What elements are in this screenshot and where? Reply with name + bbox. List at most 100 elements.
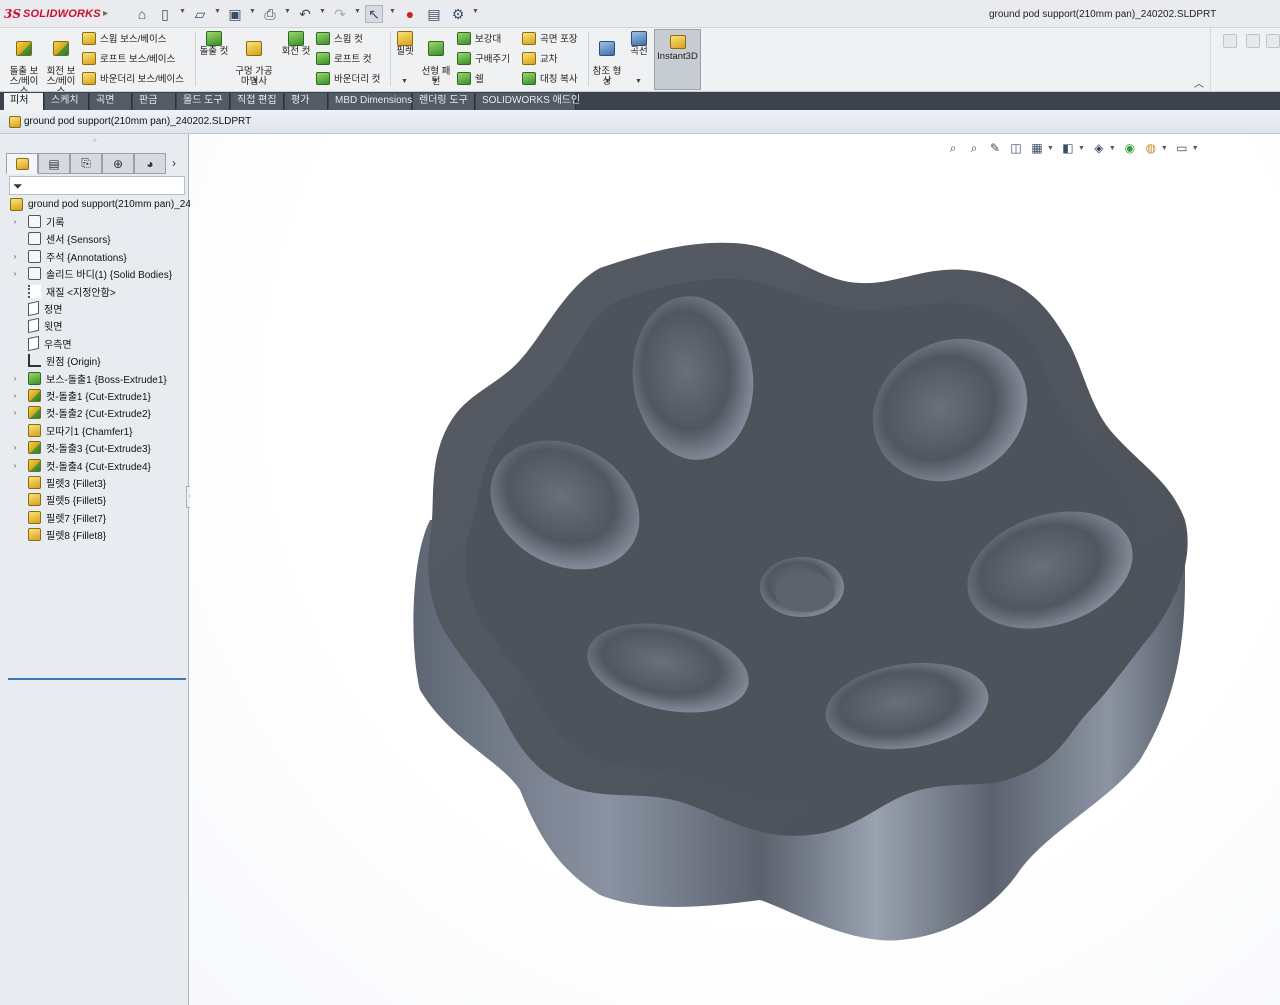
options-dropdown-icon[interactable]: ▼ bbox=[472, 8, 479, 15]
tab-mbd-dimensions[interactable]: MBD Dimensions bbox=[329, 93, 412, 110]
select-arrow-icon[interactable]: ↖ bbox=[365, 5, 383, 23]
boundary-boss-icon bbox=[82, 71, 96, 85]
shell-button[interactable]: 쉘 bbox=[457, 71, 484, 85]
feature-tree-item[interactable]: › 솔리드 바디(1) {Solid Bodies} bbox=[14, 265, 172, 282]
collapse-ribbon-chevron-icon[interactable]: ︿ bbox=[1194, 75, 1204, 90]
undo-dropdown-icon[interactable]: ▼ bbox=[319, 8, 326, 15]
new-dropdown-icon[interactable]: ▼ bbox=[179, 8, 186, 15]
feature-tree-item[interactable]: 필렛5 {Fillet5} bbox=[28, 491, 106, 508]
expand-chevron-icon[interactable]: › bbox=[10, 408, 20, 417]
tab-sheet-metal[interactable]: 판금 bbox=[133, 93, 176, 110]
reference-geometry-dropdown-icon[interactable]: ▼ bbox=[604, 78, 611, 85]
file-properties-icon[interactable]: ▤ bbox=[425, 5, 443, 23]
feature-tree-item[interactable]: › 컷-돌출1 {Cut-Extrude1} bbox=[14, 387, 151, 404]
dimxpert-icon[interactable]: ⊕ bbox=[102, 153, 134, 174]
mirror-button[interactable]: 대칭 복사 bbox=[522, 71, 578, 85]
open-folder-icon[interactable]: ▱ bbox=[191, 5, 209, 23]
feature-tree-item[interactable]: 필렛8 {Fillet8} bbox=[28, 526, 106, 543]
revolve-cut-button[interactable]: 회전 컷 bbox=[279, 31, 313, 57]
extrude-cut-button[interactable]: 돌출 컷 bbox=[198, 31, 230, 57]
sweep-cut-button[interactable]: 스윕 컷 bbox=[316, 31, 363, 45]
expand-chevron-icon[interactable]: › bbox=[10, 443, 20, 452]
curves-dropdown-icon[interactable]: ▼ bbox=[635, 78, 642, 85]
redo-dropdown-icon[interactable]: ▼ bbox=[354, 8, 361, 15]
expand-chevron-icon[interactable]: › bbox=[10, 217, 20, 226]
fillet-button[interactable]: 필렛 bbox=[393, 31, 417, 57]
expand-chevron-icon[interactable]: › bbox=[10, 391, 20, 400]
linear-pattern-dropdown-icon[interactable]: ▼ bbox=[432, 78, 439, 85]
tab-direct-editing[interactable]: 직접 편집 bbox=[231, 93, 284, 110]
feature-tree-item[interactable]: 정면 bbox=[28, 300, 62, 317]
traffic-light-icon[interactable]: ● bbox=[401, 5, 419, 23]
feature-tree-item[interactable]: 우측면 bbox=[28, 335, 72, 352]
revolve-boss-button[interactable]: 회전 보 스/베이 스 bbox=[43, 31, 79, 97]
print-icon[interactable]: ⎙ bbox=[261, 5, 279, 23]
instant3d-button[interactable]: Instant3D bbox=[654, 29, 701, 90]
panel-tabs-more-chevron-icon[interactable]: › bbox=[172, 156, 176, 170]
display-manager-icon[interactable]: ◕ bbox=[134, 153, 166, 174]
expand-chevron-icon[interactable]: › bbox=[10, 374, 20, 383]
feature-tree-item[interactable]: 센서 {Sensors} bbox=[28, 230, 111, 247]
open-dropdown-icon[interactable]: ▼ bbox=[214, 8, 221, 15]
tab-features[interactable]: 피처 bbox=[4, 93, 44, 110]
feature-tree-item[interactable]: › 보스-돌출1 {Boss-Extrude1} bbox=[14, 370, 167, 387]
options-gear-icon[interactable]: ⚙ bbox=[449, 5, 467, 23]
redo-icon[interactable]: ↷ bbox=[331, 5, 349, 23]
ribbon-extra-icon-3[interactable] bbox=[1266, 34, 1280, 48]
feature-tree-item[interactable]: 원점 {Origin} bbox=[28, 352, 101, 369]
expand-chevron-icon[interactable]: › bbox=[10, 461, 20, 470]
feature-tree-item[interactable]: › 주석 {Annotations} bbox=[14, 248, 127, 265]
document-tab-label[interactable]: ground pod support(210mm pan)_240202.SLD… bbox=[24, 116, 251, 127]
loft-boss-button[interactable]: 로프트 보스/베이스 bbox=[82, 51, 175, 65]
tab-solidworks-addins[interactable]: SOLIDWORKS 애드인 bbox=[476, 93, 580, 110]
feature-tree-item[interactable]: › 기록 bbox=[14, 213, 64, 230]
boundary-cut-button[interactable]: 바운더리 컷 bbox=[316, 71, 380, 85]
intersect-button[interactable]: 교차 bbox=[522, 51, 557, 65]
feature-tree-item[interactable]: › 컷-돌출3 {Cut-Extrude3} bbox=[14, 439, 151, 456]
feature-tree-item[interactable]: 필렛3 {Fillet3} bbox=[28, 474, 106, 491]
solidworks-logo[interactable]: 3S SOLIDWORKS bbox=[4, 7, 101, 21]
save-dropdown-icon[interactable]: ▼ bbox=[249, 8, 256, 15]
feature-tree-filter-input[interactable]: ⏷ bbox=[9, 176, 185, 195]
feature-tree-item[interactable]: 재질 <지정안함> bbox=[28, 283, 116, 300]
tab-evaluate[interactable]: 평가 bbox=[285, 93, 328, 110]
tab-render-tools[interactable]: 렌더링 도구 bbox=[413, 93, 475, 110]
property-manager-icon[interactable]: ▤ bbox=[38, 153, 70, 174]
select-dropdown-icon[interactable]: ▼ bbox=[389, 8, 396, 15]
fillet-dropdown-icon[interactable]: ▼ bbox=[401, 78, 408, 85]
feature-tree-item[interactable]: 모따기1 {Chamfer1} bbox=[28, 422, 133, 439]
configuration-manager-icon[interactable]: ⎘ bbox=[70, 153, 102, 174]
hole-wizard-dropdown-icon[interactable]: ▼ bbox=[252, 78, 259, 85]
sweep-boss-button[interactable]: 스윕 보스/베이스 bbox=[82, 31, 166, 45]
feature-tree-item[interactable]: › 컷-돌출4 {Cut-Extrude4} bbox=[14, 457, 151, 474]
ribbon-extra-icon-2[interactable] bbox=[1246, 34, 1260, 48]
curves-button[interactable]: 곡선 bbox=[627, 31, 651, 57]
tree-root-part[interactable]: ground pod support(210mm pan)_24 bbox=[10, 196, 191, 213]
print-dropdown-icon[interactable]: ▼ bbox=[284, 8, 291, 15]
new-document-icon[interactable]: ▯ bbox=[156, 5, 174, 23]
rollback-bar[interactable] bbox=[8, 678, 186, 680]
feature-tree-item[interactable]: 윗면 bbox=[28, 317, 62, 334]
tab-mold-tools[interactable]: 몰드 도구 bbox=[177, 93, 230, 110]
panel-grip-icon[interactable]: ○ bbox=[93, 138, 97, 144]
expand-chevron-icon[interactable]: › bbox=[10, 269, 20, 278]
home-icon[interactable]: ⌂ bbox=[133, 5, 151, 23]
wrap-button[interactable]: 곡면 포장 bbox=[522, 31, 578, 45]
boundary-boss-button[interactable]: 바운더리 보스/베이스 bbox=[82, 71, 184, 85]
extrude-boss-button[interactable]: 돌출 보 스/베이 스 bbox=[6, 31, 42, 97]
part-model-render[interactable] bbox=[190, 134, 1280, 1005]
tab-sketch[interactable]: 스케치 bbox=[45, 93, 89, 110]
ribbon-extra-icon-1[interactable] bbox=[1223, 34, 1237, 48]
draft-button[interactable]: 구배주기 bbox=[457, 51, 510, 65]
rib-button[interactable]: 보강대 bbox=[457, 31, 501, 45]
feature-tree-item[interactable]: 필렛7 {Fillet7} bbox=[28, 509, 106, 526]
menu-expand-arrow-icon[interactable]: ▸ bbox=[103, 8, 108, 19]
feature-tree-item-label: 모따기1 {Chamfer1} bbox=[46, 426, 133, 438]
save-icon[interactable]: ▣ bbox=[226, 5, 244, 23]
expand-chevron-icon[interactable]: › bbox=[10, 252, 20, 261]
feature-tree-item[interactable]: › 컷-돌출2 {Cut-Extrude2} bbox=[14, 404, 151, 421]
undo-icon[interactable]: ↶ bbox=[296, 5, 314, 23]
feature-manager-icon[interactable] bbox=[6, 153, 38, 174]
loft-cut-button[interactable]: 로프트 컷 bbox=[316, 51, 372, 65]
tab-surfaces[interactable]: 곡면 bbox=[90, 93, 132, 110]
